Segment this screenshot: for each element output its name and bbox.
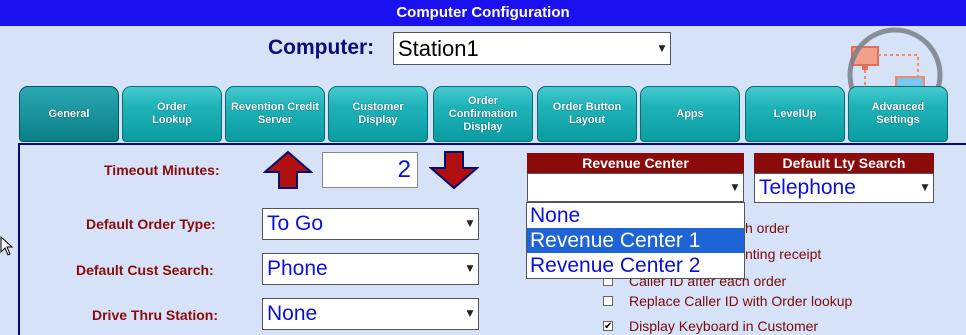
dropdown-option[interactable]: None <box>527 203 744 228</box>
tab-advanced-settings[interactable]: Advanced Settings <box>848 86 948 142</box>
tab-revention-credit-server[interactable]: Revention Credit Server <box>225 86 325 142</box>
chevron-down-icon: ▼ <box>466 309 474 319</box>
tab-apps[interactable]: Apps <box>640 86 740 142</box>
tab-label: Revention Credit Server <box>230 101 319 126</box>
revenue-center-dropdown-list: None Revenue Center 1 Revenue Center 2 <box>526 202 745 279</box>
cust-search-label: Default Cust Search: <box>76 262 214 278</box>
drive-thru-value: None <box>267 302 318 325</box>
tab-label: Order Button Layout <box>552 101 622 126</box>
tab-order-lookup[interactable]: Order Lookup <box>122 86 222 142</box>
arrow-down-icon[interactable] <box>429 150 479 190</box>
window-title: Computer Configuration <box>0 0 966 26</box>
computer-select-value: Station1 <box>398 35 479 61</box>
timeout-label: Timeout Minutes: <box>104 162 220 178</box>
chevron-down-icon: ▼ <box>658 43 666 54</box>
mouse-cursor-icon <box>0 236 14 256</box>
tab-customer-display[interactable]: Customer Display <box>328 86 428 142</box>
lty-search-select[interactable]: Telephone ▼ <box>754 173 934 203</box>
revenue-center-select[interactable]: ▼ <box>527 173 744 202</box>
tab-label: Apps <box>676 107 704 120</box>
order-type-select[interactable]: To Go ▼ <box>262 208 479 240</box>
computer-label: Computer: <box>268 36 375 59</box>
drive-thru-label: Drive Thru Station: <box>92 307 219 323</box>
tab-order-confirmation-display[interactable]: Order Confirmation Display <box>433 86 533 142</box>
drive-thru-select[interactable]: None ▼ <box>262 298 479 330</box>
chevron-down-icon: ▼ <box>466 219 474 229</box>
timeout-value[interactable]: 2 <box>322 152 418 188</box>
option-label: Replace Caller ID with Order lookup <box>629 293 853 309</box>
chevron-down-icon: ▼ <box>466 264 474 274</box>
chevron-down-icon: ▼ <box>731 182 739 193</box>
dropdown-option-selected[interactable]: Revenue Center 1 <box>527 228 744 253</box>
option-checkbox-checked[interactable]: ✔ <box>603 321 613 332</box>
cust-search-value: Phone <box>267 257 328 280</box>
order-type-value: To Go <box>267 212 324 235</box>
lty-search-value: Telephone <box>759 176 856 199</box>
tab-levelup[interactable]: LevelUp <box>745 86 845 142</box>
revenue-center-header: Revenue Center <box>527 153 744 173</box>
arrow-up-icon[interactable] <box>263 150 313 190</box>
tab-label: General <box>48 107 90 120</box>
option-label: h order <box>745 220 790 236</box>
option-label: Display Keyboard in Customer <box>629 318 819 334</box>
chevron-down-icon: ▼ <box>921 183 929 193</box>
dropdown-option[interactable]: Revenue Center 2 <box>527 253 744 278</box>
tab-label: Advanced Settings <box>871 101 925 126</box>
option-label: nting receipt <box>745 246 822 262</box>
tab-label: Order Lookup <box>152 101 192 126</box>
cust-search-select[interactable]: Phone ▼ <box>262 253 479 285</box>
tab-order-button-layout[interactable]: Order Button Layout <box>537 86 637 142</box>
lty-search-header: Default Lty Search <box>754 153 934 173</box>
computer-select[interactable]: Station1 ▼ <box>393 32 671 65</box>
tab-label: Order Confirmation Display <box>448 94 518 133</box>
tab-label: Customer Display <box>352 101 404 126</box>
tab-general[interactable]: General <box>19 86 119 142</box>
tab-label: LevelUp <box>773 107 817 120</box>
order-type-label: Default Order Type: <box>86 216 216 232</box>
option-checkbox[interactable] <box>603 296 613 306</box>
